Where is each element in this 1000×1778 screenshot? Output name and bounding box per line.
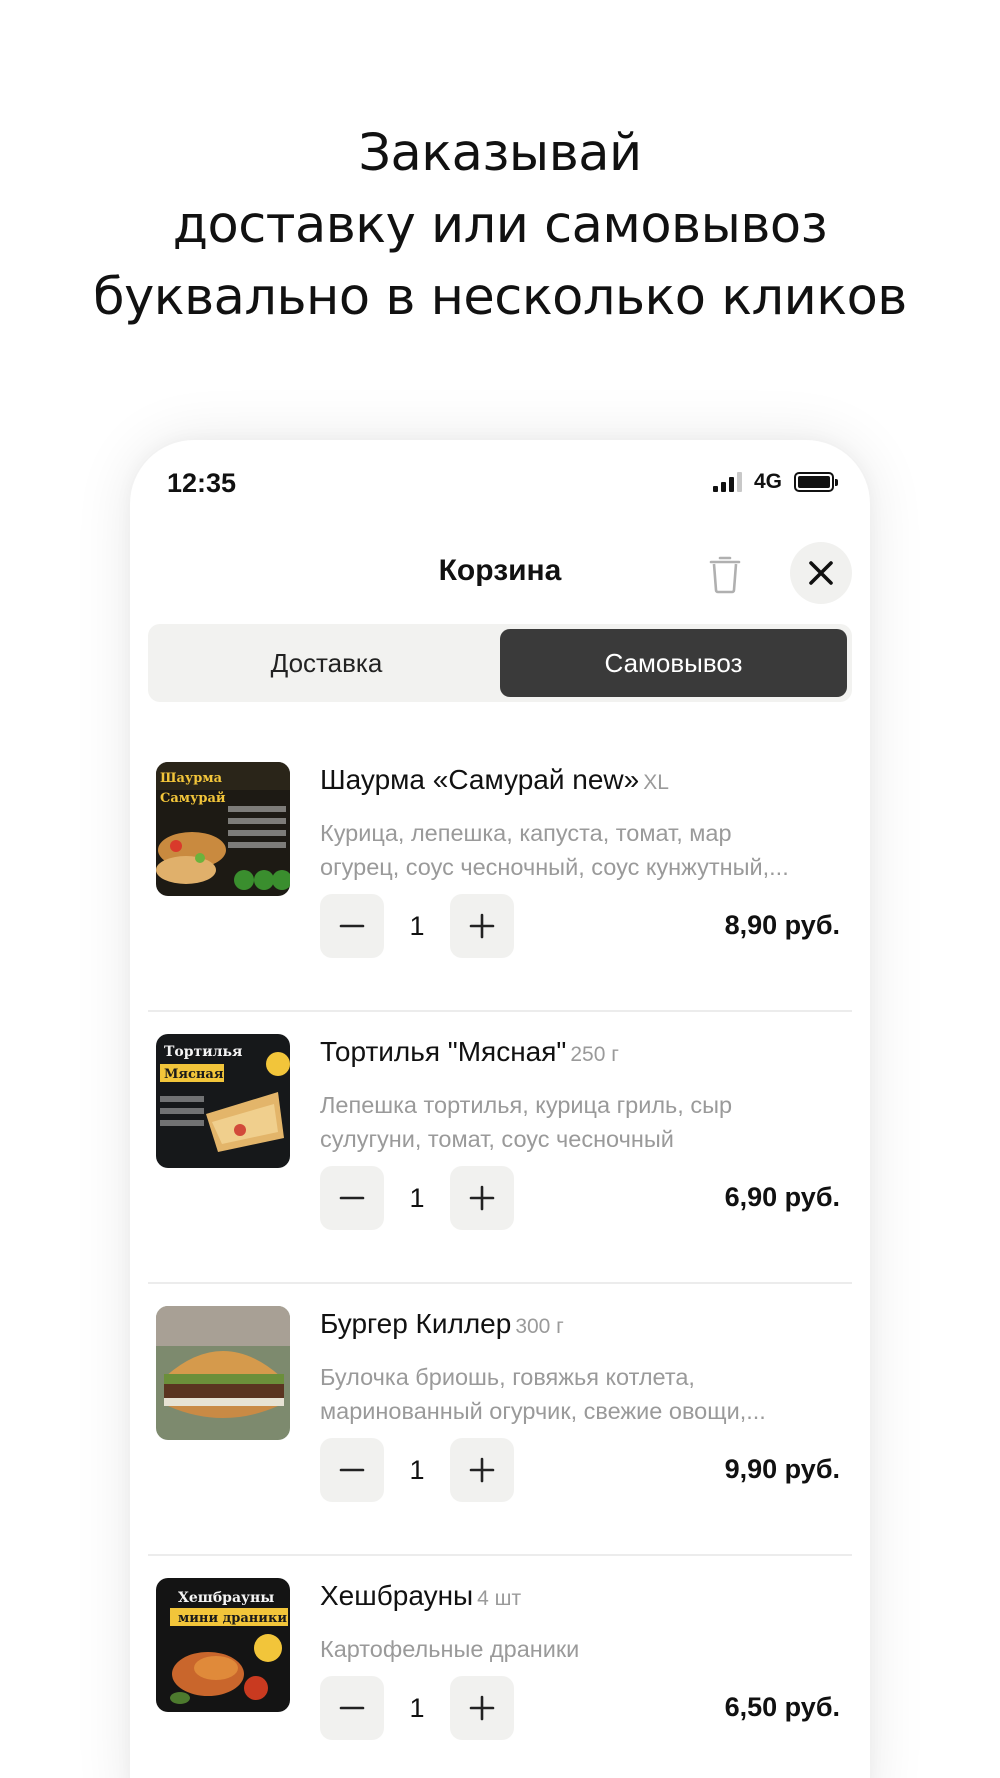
- quantity-stepper: 1: [320, 894, 514, 958]
- description-line: сулугуни, томат, соус чесночный: [320, 1126, 674, 1152]
- plus-icon: [469, 1185, 495, 1211]
- product-title: Тортилья "Мясная": [320, 1036, 567, 1067]
- status-indicators: 4G: [712, 470, 838, 494]
- product-weight: 4 шт: [477, 1587, 522, 1610]
- increase-quantity-button[interactable]: [450, 1676, 514, 1740]
- network-type: 4G: [753, 470, 782, 493]
- decrease-quantity-button[interactable]: [320, 894, 384, 958]
- svg-text:Шаурма: Шаурма: [160, 771, 223, 786]
- product-name[interactable]: Шаурма «Самурай new» XL: [320, 764, 840, 796]
- product-title: Шаурма «Самурай new»: [320, 764, 640, 795]
- svg-text:Тортилья: Тортилья: [164, 1044, 242, 1060]
- increase-quantity-button[interactable]: [450, 1438, 514, 1502]
- product-name[interactable]: Хешбрауны 4 шт: [320, 1580, 840, 1612]
- cart-item: Бургер Киллер 300 г Булочка бриошь, говяж…: [130, 1284, 870, 1556]
- quantity-stepper: 1: [320, 1676, 514, 1740]
- product-name[interactable]: Тортилья "Мясная" 250 г: [320, 1036, 840, 1068]
- promo-headline: Заказывай доставку или самовывоз букваль…: [0, 118, 1000, 334]
- cart-header: Корзина: [130, 532, 870, 622]
- product-weight: 300 г: [515, 1315, 564, 1338]
- status-bar: 12:35 4G: [130, 440, 870, 530]
- increase-quantity-button[interactable]: [450, 1166, 514, 1230]
- minus-icon: [339, 1196, 365, 1200]
- description-line: огурец, соус чесночный, соус кунжутный,.…: [320, 854, 789, 880]
- quantity-value: 1: [409, 1692, 425, 1723]
- description-line: Булочка бриошь, говяжья котлета,: [320, 1364, 695, 1390]
- headline-line-2: доставку или самовывоз: [172, 196, 828, 255]
- product-title: Бургер Киллер: [320, 1308, 512, 1339]
- description-line: Лепешка тортилья, курица гриль, сыр: [320, 1092, 733, 1118]
- decrease-quantity-button[interactable]: [320, 1166, 384, 1230]
- plus-icon: [469, 913, 495, 939]
- svg-text:Мясная: Мясная: [164, 1067, 224, 1082]
- quantity-value: 1: [409, 910, 425, 941]
- decrease-quantity-button[interactable]: [320, 1438, 384, 1502]
- clear-cart-button[interactable]: [702, 546, 748, 602]
- signal-icon: [712, 472, 742, 492]
- product-weight: XL: [643, 771, 669, 794]
- quantity-stepper: 1: [320, 1438, 514, 1502]
- tab-pickup[interactable]: Самовывоз: [500, 629, 847, 697]
- close-button[interactable]: [790, 542, 852, 604]
- description-line: Курица, лепешка, капуста, томат, мар: [320, 820, 732, 846]
- decrease-quantity-button[interactable]: [320, 1676, 384, 1740]
- product-description: Лепешка тортилья, курица гриль, сыр сулу…: [320, 1088, 850, 1156]
- product-image[interactable]: [156, 1306, 290, 1440]
- quantity-stepper: 1: [320, 1166, 514, 1230]
- quantity-value: 1: [409, 1454, 425, 1485]
- description-line: Картофельные драники: [320, 1636, 580, 1662]
- trash-icon: [709, 556, 741, 594]
- svg-text:мини драники: мини драники: [178, 1611, 287, 1626]
- headline-line-1: Заказывай: [358, 124, 642, 183]
- svg-text:Хешбрауны: Хешбрауны: [178, 1590, 274, 1606]
- plus-icon: [469, 1695, 495, 1721]
- minus-icon: [339, 1706, 365, 1710]
- cart-item: Хешбрауны мини драники Хешбрауны 4 шт Кар…: [130, 1556, 870, 1778]
- delivery-mode-switch: Доставка Самовывоз: [148, 624, 852, 702]
- tab-delivery[interactable]: Доставка: [153, 629, 500, 697]
- product-price: 6,50 руб.: [724, 1692, 840, 1722]
- cart-item: Тортилья Мясная Тортилья "Мясная"250 г: [130, 1012, 870, 1284]
- status-time: 12:35: [167, 468, 237, 498]
- product-image[interactable]: Хешбрауны мини драники: [156, 1578, 290, 1712]
- product-title: Хешбрауны: [320, 1580, 474, 1611]
- product-price: 9,90 руб.: [724, 1454, 840, 1484]
- battery-icon: [794, 472, 838, 492]
- product-name[interactable]: Бургер Киллер 300 г: [320, 1308, 840, 1340]
- phone-frame: 12:35 4G Корзина Доставка Самовывоз Шаур…: [130, 440, 870, 1778]
- headline-line-3: буквально в несколько кликов: [93, 268, 907, 327]
- product-price: 8,90 руб.: [724, 910, 840, 940]
- svg-text:Самурай: Самурай: [160, 791, 226, 806]
- minus-icon: [339, 1468, 365, 1472]
- product-description: Булочка бриошь, говяжья котлета, маринов…: [320, 1360, 850, 1428]
- description-line: маринованный огурчик, свежие овощи,...: [320, 1398, 766, 1424]
- quantity-value: 1: [409, 1182, 425, 1213]
- cart-items-list: Шаурма Самурай Шаурма «Самурай new» XL К…: [130, 740, 870, 1778]
- increase-quantity-button[interactable]: [450, 894, 514, 958]
- product-price: 6,90 руб.: [724, 1182, 840, 1212]
- product-description: Курица, лепешка, капуста, томат, мар огу…: [320, 816, 850, 884]
- product-image[interactable]: Тортилья Мясная: [156, 1034, 290, 1168]
- plus-icon: [469, 1457, 495, 1483]
- product-description: Картофельные драники: [320, 1632, 850, 1666]
- cart-item: Шаурма Самурай Шаурма «Самурай new» XL К…: [130, 740, 870, 1012]
- page: Заказывай доставку или самовывоз букваль…: [0, 0, 1000, 1778]
- minus-icon: [339, 924, 365, 928]
- page-title: Корзина: [438, 554, 562, 587]
- product-weight: 250 г: [570, 1043, 619, 1066]
- product-image[interactable]: Шаурма Самурай: [156, 762, 290, 896]
- close-icon: [809, 561, 833, 585]
